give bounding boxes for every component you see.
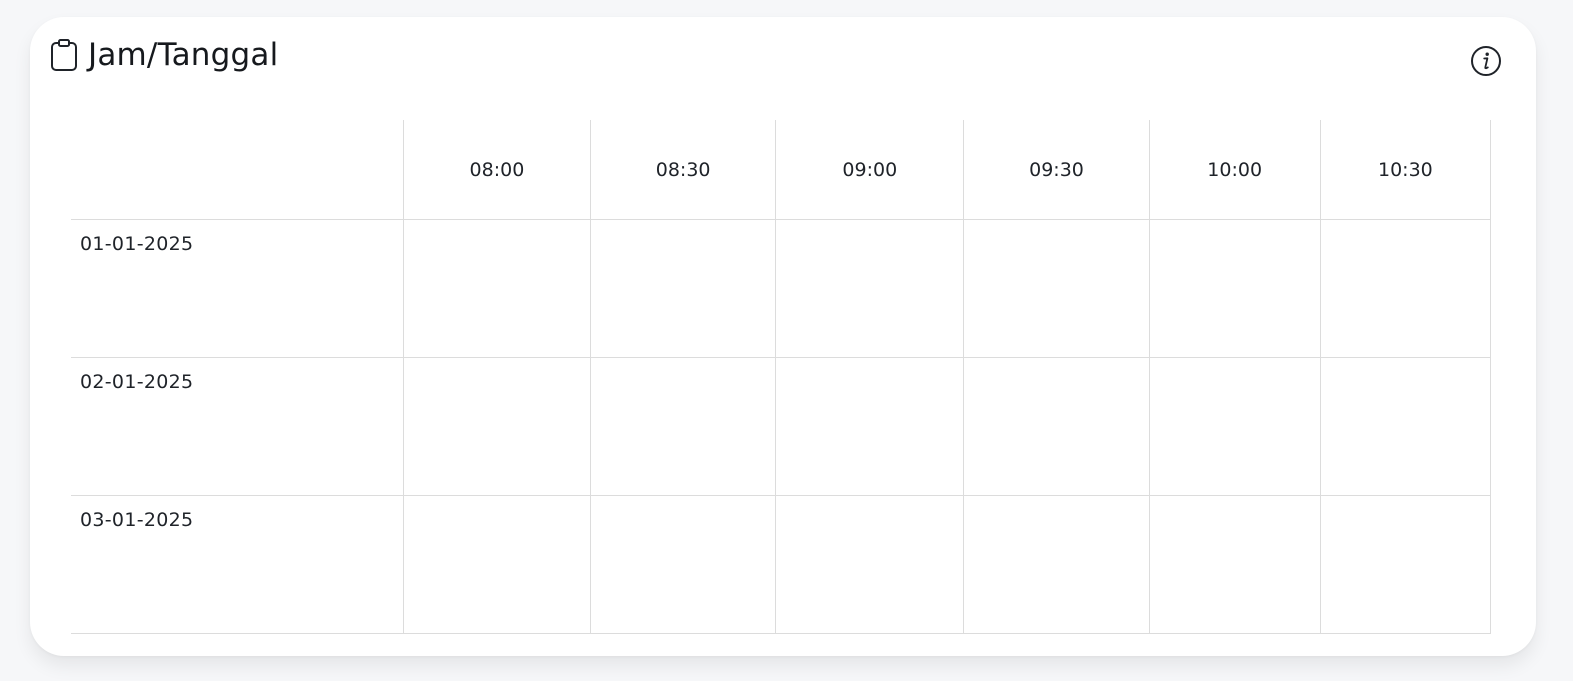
time-header: 09:00 bbox=[775, 120, 965, 220]
time-slot-cell[interactable] bbox=[1149, 219, 1321, 358]
time-slot-cell[interactable] bbox=[1320, 219, 1492, 358]
time-slot-cell[interactable] bbox=[1320, 495, 1492, 634]
time-slot-cell[interactable] bbox=[775, 495, 965, 634]
corner-cell bbox=[71, 120, 404, 220]
time-header: 09:30 bbox=[963, 120, 1150, 220]
schedule-grid: 08:00 08:30 09:00 09:30 10:00 10:30 01-0… bbox=[71, 120, 1492, 634]
schedule-card: Jam/Tanggal 08:00 08:30 09:00 09:30 10:0… bbox=[30, 17, 1536, 656]
date-label: 02-01-2025 bbox=[71, 357, 404, 496]
table-row: 02-01-2025 bbox=[71, 357, 1492, 496]
time-slot-cell[interactable] bbox=[963, 357, 1150, 496]
time-slot-cell[interactable] bbox=[963, 219, 1150, 358]
page-title: Jam/Tanggal bbox=[88, 37, 279, 73]
time-slot-cell[interactable] bbox=[775, 357, 965, 496]
time-slot-cell[interactable] bbox=[403, 357, 592, 496]
date-label: 01-01-2025 bbox=[71, 219, 404, 358]
time-slot-cell[interactable] bbox=[590, 219, 777, 358]
table-row: 01-01-2025 bbox=[71, 219, 1492, 358]
time-header: 10:30 bbox=[1320, 120, 1492, 220]
time-slot-cell[interactable] bbox=[1149, 495, 1321, 634]
card-header: Jam/Tanggal bbox=[50, 37, 278, 73]
time-slot-cell[interactable] bbox=[403, 495, 592, 634]
time-header-row: 08:00 08:30 09:00 09:30 10:00 10:30 bbox=[71, 120, 1492, 220]
time-slot-cell[interactable] bbox=[1149, 357, 1321, 496]
time-header: 08:30 bbox=[590, 120, 777, 220]
clipboard-icon bbox=[50, 38, 78, 72]
time-slot-cell[interactable] bbox=[590, 357, 777, 496]
info-icon bbox=[1471, 46, 1501, 76]
time-header: 08:00 bbox=[403, 120, 592, 220]
info-button[interactable] bbox=[1470, 45, 1502, 77]
date-label: 03-01-2025 bbox=[71, 495, 404, 634]
time-slot-cell[interactable] bbox=[775, 219, 965, 358]
time-header: 10:00 bbox=[1149, 120, 1321, 220]
time-slot-cell[interactable] bbox=[1320, 357, 1492, 496]
table-row: 03-01-2025 bbox=[71, 495, 1492, 634]
time-slot-cell[interactable] bbox=[403, 219, 592, 358]
time-slot-cell[interactable] bbox=[590, 495, 777, 634]
time-slot-cell[interactable] bbox=[963, 495, 1150, 634]
